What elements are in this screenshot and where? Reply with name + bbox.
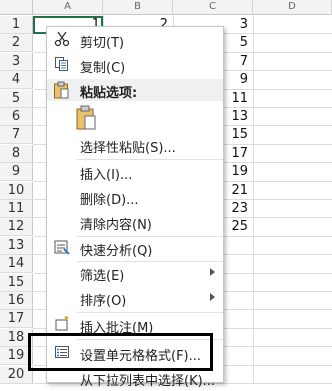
row-header-14[interactable]: 14	[0, 255, 33, 273]
paste-button[interactable]	[75, 105, 101, 131]
column-header-d[interactable]: D	[253, 0, 332, 15]
context-menu: 剪切(T) 复制(C) 粘贴选项: 选择性粘贴(S)... 插入(I)... 删…	[46, 26, 224, 389]
menu-item-delete[interactable]: 删除(D)...	[47, 186, 223, 210]
scissors-icon	[53, 31, 71, 49]
submenu-arrow-icon	[210, 293, 215, 301]
menu-label: 剪切(T)	[80, 36, 125, 51]
row-header-7[interactable]: 7	[0, 126, 33, 144]
menu-label: 粘贴选项:	[80, 86, 138, 101]
menu-label: 筛选(E)	[80, 269, 125, 284]
highlight-annotation-box	[28, 333, 213, 371]
row-header-11[interactable]: 11	[0, 200, 33, 218]
clipboard-icon	[53, 81, 69, 103]
menu-label: 从下拉列表中选择(K)...	[80, 374, 216, 389]
row-header-8[interactable]: 8	[0, 145, 33, 163]
menu-label: 排序(O)	[80, 294, 127, 309]
menu-label: 删除(D)...	[80, 193, 139, 208]
row-header-2[interactable]: 2	[0, 34, 33, 52]
menu-item-insert[interactable]: 插入(I)...	[47, 161, 223, 185]
menu-label: 选择性粘贴(S)...	[80, 141, 176, 156]
row-header-15[interactable]: 15	[0, 274, 33, 292]
menu-item-clear-contents[interactable]: 清除内容(N)	[47, 211, 223, 235]
row-header-10[interactable]: 10	[0, 182, 33, 200]
row-header-16[interactable]: 16	[0, 292, 33, 310]
row-header-4[interactable]: 4	[0, 71, 33, 89]
menu-item-quick-analysis[interactable]: 快速分析(Q)	[47, 237, 223, 261]
quick-analysis-icon	[53, 239, 71, 257]
row-header-3[interactable]: 3	[0, 53, 33, 71]
row-header-6[interactable]: 6	[0, 108, 33, 126]
menu-item-cut[interactable]: 剪切(T)	[47, 29, 223, 53]
column-header-b[interactable]: B	[103, 0, 173, 15]
select-all-corner[interactable]	[0, 0, 33, 15]
menu-label: 清除内容(N)	[80, 218, 152, 233]
row-header-5[interactable]: 5	[0, 90, 33, 108]
submenu-arrow-icon	[210, 268, 215, 276]
menu-item-copy[interactable]: 复制(C)	[47, 54, 223, 78]
menu-label: 快速分析(Q)	[80, 244, 153, 259]
row-header-12[interactable]: 12	[0, 218, 33, 236]
menu-item-filter[interactable]: 筛选(E)	[47, 262, 223, 286]
menu-separator	[77, 159, 223, 160]
row-header-17[interactable]: 17	[0, 310, 33, 328]
copy-icon	[53, 56, 71, 74]
menu-label: 插入(I)...	[80, 168, 133, 183]
column-header-c[interactable]: C	[173, 0, 253, 15]
menu-separator	[77, 312, 223, 313]
comment-icon	[53, 316, 71, 334]
menu-item-sort[interactable]: 排序(O)	[47, 287, 223, 311]
menu-label: 复制(C)	[80, 61, 126, 76]
row-header-13[interactable]: 13	[0, 237, 33, 255]
paste-options-header: 粘贴选项:	[47, 79, 223, 101]
paste-icon	[76, 105, 96, 130]
row-header-9[interactable]: 9	[0, 163, 33, 181]
menu-item-paste-special[interactable]: 选择性粘贴(S)...	[47, 134, 223, 158]
row-header-1[interactable]: 1	[0, 16, 33, 34]
column-header-a[interactable]: A	[33, 0, 103, 15]
